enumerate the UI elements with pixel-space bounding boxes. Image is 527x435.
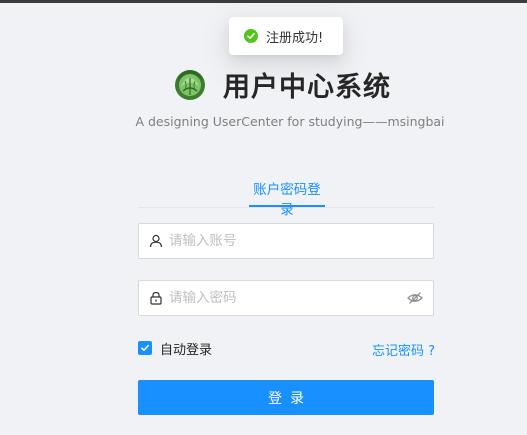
eye-invisible-icon[interactable] (407, 290, 423, 306)
top-window-strip (0, 0, 527, 3)
auto-login-label: 自动登录 (160, 342, 213, 358)
auto-login-option[interactable]: 自动登录 (138, 340, 213, 358)
tab-account-login[interactable]: 账户密码登录 (249, 178, 325, 218)
account-input[interactable] (163, 226, 423, 256)
success-toast: 注册成功! (229, 17, 343, 55)
auto-login-checkbox[interactable] (138, 341, 152, 355)
tab-active-indicator (249, 205, 325, 207)
login-button[interactable]: 登录 (138, 380, 434, 415)
toast-message: 注册成功! (266, 30, 324, 46)
password-field (138, 280, 434, 316)
check-circle-icon (244, 29, 258, 43)
account-field (138, 223, 434, 259)
password-input[interactable] (163, 283, 407, 313)
brand-header: 用户中心系统 (171, 64, 391, 104)
forgot-password-link[interactable]: 忘记密码 ? (372, 340, 435, 359)
user-icon (149, 234, 163, 248)
cabbage-logo-icon (171, 65, 209, 103)
lock-icon (149, 291, 163, 305)
app-title: 用户中心系统 (223, 71, 391, 103)
app-subtitle: A designing UserCenter for studying——msi… (135, 114, 445, 129)
